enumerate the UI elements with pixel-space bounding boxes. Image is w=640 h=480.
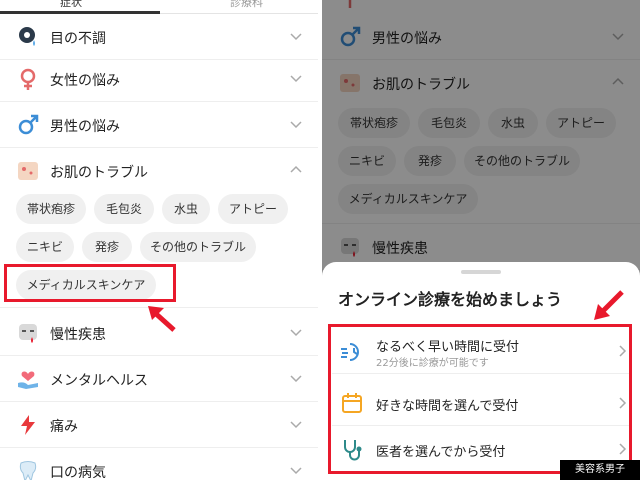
category-women[interactable]: 女性の悩み bbox=[0, 56, 318, 102]
category-label[interactable]: お肌のトラブル bbox=[50, 162, 148, 182]
highlight-box bbox=[4, 264, 176, 302]
sheet-title: オンライン診療を始めましょう bbox=[338, 290, 563, 309]
red-arrow-icon bbox=[594, 290, 624, 320]
chevron-down-icon bbox=[290, 375, 302, 383]
tooth-icon bbox=[19, 461, 37, 480]
highlight-box bbox=[328, 324, 632, 474]
chevron-down-icon bbox=[290, 329, 302, 337]
category-label: 慢性疾患 bbox=[50, 327, 106, 343]
tab-departments[interactable]: 診療科 bbox=[230, 0, 263, 10]
chevron-down-icon bbox=[290, 421, 302, 429]
chevron-up-icon[interactable] bbox=[290, 164, 302, 176]
chevron-down-icon bbox=[290, 33, 302, 41]
category-label: 女性の悩み bbox=[50, 73, 120, 89]
heart-hand-icon bbox=[18, 371, 38, 389]
pain-icon bbox=[21, 415, 35, 435]
category-mental[interactable]: メンタルヘルス bbox=[0, 356, 318, 402]
screenshot-root: 症状 診療科 目の不調 女性の悩み 男性の悩み お肌のトラブル 帯状疱疹 毛包炎… bbox=[0, 0, 640, 480]
chip-other-trouble[interactable]: その他のトラブル bbox=[140, 232, 256, 262]
category-pain[interactable]: 痛み bbox=[0, 402, 318, 448]
tab-symptoms[interactable]: 症状 bbox=[60, 0, 82, 10]
consultation-pane: 男性の悩み お肌のトラブル 帯状疱疹 毛包炎 水虫 アトピー ニキビ 発疹 その… bbox=[322, 0, 640, 480]
chip-rash[interactable]: 発疹 bbox=[82, 232, 132, 262]
watermark: 美容系男子 bbox=[560, 460, 640, 480]
chip-shingles[interactable]: 帯状疱疹 bbox=[16, 194, 86, 224]
sheet-grabber[interactable] bbox=[461, 270, 501, 274]
category-mouth[interactable]: 口の病気 bbox=[0, 448, 318, 480]
category-label: 男性の悩み bbox=[50, 119, 120, 135]
chip-athletes-foot[interactable]: 水虫 bbox=[162, 194, 210, 224]
chip-folliculitis[interactable]: 毛包炎 bbox=[94, 194, 154, 224]
chronic-illness-icon bbox=[19, 324, 37, 343]
tab-bar: 症状 診療科 bbox=[0, 0, 318, 14]
consultation-bottom-sheet: オンライン診療を始めましょう なるべく早い時間に受付 22分後に診療が可能です bbox=[322, 262, 640, 480]
category-label: メンタルヘルス bbox=[50, 373, 148, 389]
chip-acne[interactable]: ニキビ bbox=[16, 232, 74, 262]
category-label: 目の不調 bbox=[50, 31, 106, 47]
category-chronic[interactable]: 慢性疾患 bbox=[0, 310, 318, 356]
male-symbol-icon bbox=[18, 114, 39, 135]
eye-icon bbox=[19, 27, 35, 46]
skin-icon bbox=[18, 162, 38, 180]
chevron-down-icon bbox=[290, 121, 302, 129]
category-eye[interactable]: 目の不調 bbox=[0, 14, 318, 60]
category-label: 痛み bbox=[50, 419, 78, 435]
category-men[interactable]: 男性の悩み bbox=[0, 102, 318, 148]
symptom-list-pane: 症状 診療科 目の不調 女性の悩み 男性の悩み お肌のトラブル 帯状疱疹 毛包炎… bbox=[0, 0, 318, 480]
chevron-down-icon bbox=[290, 75, 302, 83]
chip-atopy[interactable]: アトピー bbox=[218, 194, 288, 224]
category-label: 口の病気 bbox=[50, 465, 106, 480]
female-symbol-icon bbox=[20, 68, 36, 90]
chevron-down-icon bbox=[290, 467, 302, 475]
